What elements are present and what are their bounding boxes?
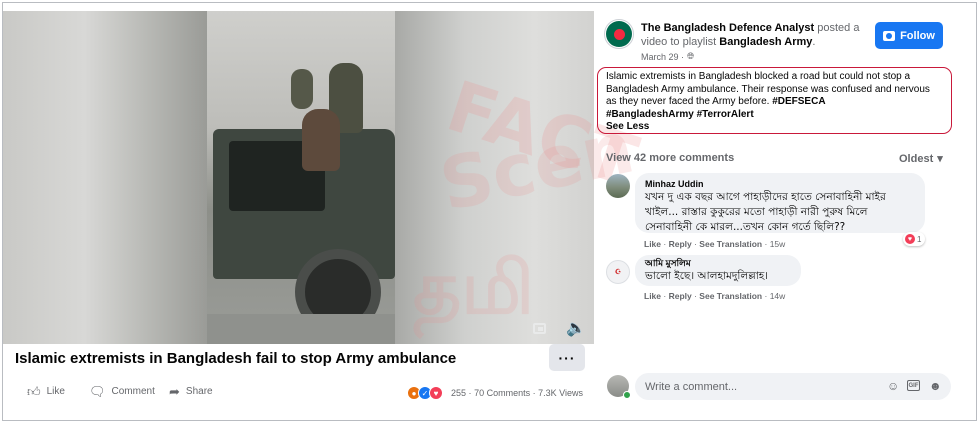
speech-bubble-icon: 🗨 (89, 384, 106, 399)
comment-reply-link[interactable]: Reply (669, 239, 692, 249)
comment-text: ভালো ইছে। আলহামদুলিল্লাহ। (645, 270, 769, 282)
like-button[interactable]: 👍︎ Like (27, 385, 65, 398)
comment-bubble: Minhaz Uddin যখন দু এক বছর আগে পাহাড়ীদে… (635, 173, 925, 233)
comment-like-link[interactable]: Like (644, 239, 661, 249)
meta-sep: · (762, 291, 770, 301)
video-player[interactable]: 🔈 (3, 11, 594, 344)
commenter-avatar[interactable] (606, 174, 630, 198)
road-shape (207, 314, 395, 344)
hashtag-link[interactable]: #TerrorAlert (697, 109, 754, 120)
see-translation-link[interactable]: See Translation (699, 239, 762, 249)
share-label: Share (185, 386, 213, 397)
comment-sort-label: Oldest (899, 152, 934, 165)
page-avatar[interactable] (604, 19, 634, 49)
hashtag-link[interactable]: #BangladeshArmy (606, 109, 694, 120)
view-more-comments-link[interactable]: View 42 more comments (606, 152, 734, 164)
post-stats: 255 · 70 Comments · 7.3K Views (451, 388, 583, 398)
comment-time[interactable]: 15w (770, 239, 786, 249)
post-header: The Bangladesh Defence Analyst posted a … (641, 21, 863, 49)
post-viewer: 🔈 Islamic extremists in Bangladesh fail … (2, 2, 977, 421)
bangladesh-flag-icon (606, 21, 632, 47)
globe-icon: 🌐︎ (687, 51, 695, 61)
comment-input[interactable] (635, 373, 951, 400)
video-title: Islamic extremists in Bangladesh fail to… (15, 350, 457, 367)
comment-sort-dropdown[interactable]: Oldest ▾ (899, 152, 943, 166)
comment-reaction-badge[interactable]: ♥ 1 (903, 232, 926, 246)
meta-sep: · (661, 291, 669, 301)
follow-label: Follow (900, 29, 935, 42)
post-caption: Islamic extremists in Bangladesh blocked… (597, 67, 952, 134)
hashtag-link[interactable]: #DEFSECA (772, 96, 825, 107)
speaker-muted-icon[interactable]: 🔈 (566, 321, 586, 337)
playlist-link[interactable]: Bangladesh Army (719, 36, 812, 48)
online-status-dot (623, 391, 631, 399)
love-icon: ♥ (905, 234, 915, 244)
meta-sep: · (661, 239, 669, 249)
page-name-link[interactable]: The Bangladesh Defence Analyst (641, 22, 814, 34)
comment-like-link[interactable]: Like (644, 291, 661, 301)
comment-author[interactable]: আমি মুসলিম (645, 258, 791, 269)
meta-sep: · (762, 239, 770, 249)
video-frame[interactable] (207, 11, 395, 344)
post-date-text: March 29 · (641, 51, 685, 62)
emoji-icon[interactable]: ☺ (887, 380, 899, 392)
stats-separator: · (468, 388, 472, 398)
share-button[interactable]: ➦ Share (169, 385, 213, 398)
video-blur-right (395, 11, 594, 344)
comment-reply-link[interactable]: Reply (669, 291, 692, 301)
post-date[interactable]: March 29 · 🌐︎ (641, 51, 694, 62)
comment-author[interactable]: Minhaz Uddin (645, 179, 915, 190)
see-translation-link[interactable]: See Translation (699, 291, 762, 301)
reactions-summary[interactable]: ● ✓ ♥ (407, 386, 443, 400)
video-blur-left (3, 11, 207, 344)
love-icon: ♥ (429, 386, 443, 400)
playlist-suffix: . (812, 36, 816, 48)
commenter-avatar[interactable]: ☪ (606, 260, 630, 284)
sticker-icon[interactable]: ☻ (929, 380, 942, 392)
soldier-shape (302, 109, 340, 171)
comment-bubble: আমি মুসলিম ভালো ইছে। আলহামদুলিল্লাহ। (635, 255, 801, 286)
comment-meta: Like · Reply · See Translation · 14w (644, 291, 785, 301)
stats-separator: · (532, 388, 536, 398)
follow-icon (883, 30, 896, 41)
views-count: 7.3K Views (538, 388, 583, 398)
comment-text: যখন দু এক বছর আগে পাহাড়ীদের হাতে সেনাবা… (645, 191, 886, 233)
follow-button[interactable]: Follow (875, 22, 943, 49)
comment-reaction-count: 1 (917, 234, 922, 244)
comment-time[interactable]: 14w (770, 291, 786, 301)
thumbs-up-icon: 👍︎ (27, 384, 41, 399)
caption-text: Islamic extremists in Bangladesh blocked… (606, 71, 930, 108)
comment-button[interactable]: 🗨 Comment (89, 385, 155, 398)
reaction-count[interactable]: 255 (451, 388, 466, 398)
see-less-link[interactable]: See Less (606, 121, 943, 134)
picture-in-picture-icon[interactable] (533, 323, 546, 334)
soldier-shape (291, 69, 313, 109)
more-options-button[interactable]: ··· (549, 344, 585, 371)
comment-meta: Like · Reply · See Translation · 15w (644, 239, 785, 249)
gif-icon[interactable]: GIF (907, 380, 920, 391)
share-arrow-icon: ➦ (169, 384, 180, 399)
caret-down-icon: ▾ (937, 153, 943, 165)
comment-label: Comment (111, 386, 155, 397)
like-label: Like (46, 386, 65, 397)
comments-count[interactable]: 70 Comments (474, 388, 530, 398)
post-sidebar: The Bangladesh Defence Analyst posted a … (594, 3, 976, 420)
post-actions-bar: 👍︎ Like 🗨 Comment ➦ Share ● ✓ ♥ 255 · 70… (3, 379, 594, 409)
